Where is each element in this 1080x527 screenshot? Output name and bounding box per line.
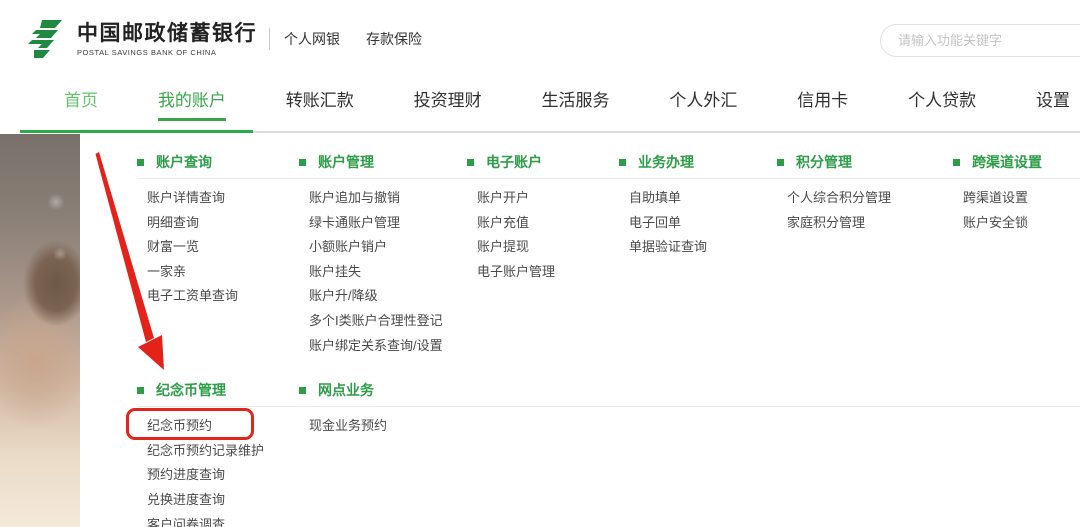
menu-row: 账户查询账户详情查询明细查询财富一览一家亲电子工资单查询账户管理账户追加与撤销绿…	[137, 152, 1080, 358]
menu-section: 电子账户账户开户账户充值账户提现电子账户管理	[467, 152, 619, 358]
menu-item[interactable]: 账户追加与撤销	[309, 186, 467, 211]
menu-item[interactable]: 纪念币预约记录维护	[147, 439, 299, 464]
section-items: 纪念币预约纪念币预约记录维护预约进度查询兑换进度查询客户问卷调查	[137, 414, 299, 527]
brand-name-en: POSTAL SAVINGS BANK OF CHINA	[77, 48, 257, 57]
psbc-logo-icon	[28, 18, 68, 60]
highlight-box	[126, 408, 254, 440]
section-header: 跨渠道设置	[953, 152, 1080, 172]
menu-item[interactable]: 账户升/降级	[309, 284, 467, 309]
menu-item[interactable]: 跨渠道设置	[963, 186, 1080, 211]
section-header: 网点业务	[299, 380, 1080, 400]
section-items: 现金业务预约	[299, 414, 1080, 439]
square-bullet-icon	[137, 159, 144, 166]
section-title: 账户管理	[318, 152, 374, 172]
menu-row: 纪念币管理纪念币预约纪念币预约记录维护预约进度查询兑换进度查询客户问卷调查网点业…	[137, 380, 1080, 527]
menu-section: 积分管理个人综合积分管理家庭积分管理	[777, 152, 953, 358]
nav-item[interactable]: 我的账户	[158, 86, 226, 121]
nav-item[interactable]: 首页	[64, 86, 98, 118]
nav-item[interactable]: 信用卡	[797, 86, 848, 118]
section-title: 积分管理	[796, 152, 852, 172]
menu-item[interactable]: 多个I类账户合理性登记	[309, 309, 467, 334]
section-title: 账户查询	[156, 152, 212, 172]
square-bullet-icon	[299, 159, 306, 166]
menu-item[interactable]: 电子回单	[629, 211, 777, 236]
menu-item[interactable]: 绿卡通账户管理	[309, 211, 467, 236]
brand-name-cn: 中国邮政储蓄银行	[77, 22, 257, 46]
menu-item[interactable]: 账户安全锁	[963, 211, 1080, 236]
menu-section: 业务办理自助填单电子回单单据验证查询	[619, 152, 777, 358]
square-bullet-icon	[467, 159, 474, 166]
menu-section: 网点业务现金业务预约	[299, 380, 1080, 527]
section-title: 网点业务	[318, 380, 374, 400]
section-title: 业务办理	[638, 152, 694, 172]
menu-item[interactable]: 财富一览	[147, 235, 299, 260]
section-header: 电子账户	[467, 152, 619, 172]
section-items: 个人综合积分管理家庭积分管理	[777, 186, 953, 235]
menu-item[interactable]: 明细查询	[147, 211, 299, 236]
deposit-insurance-link[interactable]: 存款保险	[366, 29, 422, 49]
menu-item[interactable]: 账户开户	[477, 186, 619, 211]
menu-item[interactable]: 预约进度查询	[147, 463, 299, 488]
brand-text: 中国邮政储蓄银行 POSTAL SAVINGS BANK OF CHINA	[77, 22, 257, 57]
section-items: 账户详情查询明细查询财富一览一家亲电子工资单查询	[137, 186, 299, 309]
row-divider	[138, 406, 1080, 407]
square-bullet-icon	[953, 159, 960, 166]
menu-item[interactable]: 个人综合积分管理	[787, 186, 953, 211]
content-area: 账户查询账户详情查询明细查询财富一览一家亲电子工资单查询账户管理账户追加与撤销绿…	[0, 133, 1080, 527]
section-title: 电子账户	[486, 152, 542, 172]
section-header: 账户查询	[137, 152, 299, 172]
menu-item[interactable]: 账户绑定关系查询/设置	[309, 334, 467, 359]
menu-item[interactable]: 小额账户销户	[309, 235, 467, 260]
section-title: 纪念币管理	[156, 380, 226, 400]
site-header: 中国邮政储蓄银行 POSTAL SAVINGS BANK OF CHINA 个人…	[0, 0, 1080, 133]
search-input[interactable]	[880, 24, 1080, 57]
menu-item[interactable]: 自助填单	[629, 186, 777, 211]
menu-item[interactable]: 一家亲	[147, 260, 299, 285]
menu-section: 账户管理账户追加与撤销绿卡通账户管理小额账户销户账户挂失账户升/降级多个I类账户…	[299, 152, 467, 358]
menu-item[interactable]: 纪念币预约	[147, 414, 299, 439]
mega-menu: 账户查询账户详情查询明细查询财富一览一家亲电子工资单查询账户管理账户追加与撤销绿…	[80, 134, 1080, 527]
menu-item[interactable]: 客户问卷调查	[147, 513, 299, 527]
menu-item[interactable]: 账户挂失	[309, 260, 467, 285]
menu-item[interactable]: 家庭积分管理	[787, 211, 953, 236]
section-header: 积分管理	[777, 152, 953, 172]
side-photo	[0, 134, 80, 527]
menu-item[interactable]: 单据验证查询	[629, 235, 777, 260]
menu-item[interactable]: 电子账户管理	[477, 260, 619, 285]
menu-item[interactable]: 账户提现	[477, 235, 619, 260]
section-header: 纪念币管理	[137, 380, 299, 400]
row-divider	[138, 178, 1080, 179]
nav-item[interactable]: 生活服务	[542, 86, 610, 118]
square-bullet-icon	[299, 387, 306, 394]
section-header: 业务办理	[619, 152, 777, 172]
nav-item[interactable]: 投资理财	[414, 86, 482, 118]
square-bullet-icon	[619, 159, 626, 166]
section-title: 跨渠道设置	[972, 152, 1042, 172]
section-items: 账户开户账户充值账户提现电子账户管理	[467, 186, 619, 284]
nav-item[interactable]: 转账汇款	[286, 86, 354, 118]
section-items: 账户追加与撤销绿卡通账户管理小额账户销户账户挂失账户升/降级多个I类账户合理性登…	[299, 186, 467, 358]
menu-section: 跨渠道设置跨渠道设置账户安全锁	[953, 152, 1080, 358]
menu-item[interactable]: 账户详情查询	[147, 186, 299, 211]
menu-section: 账户查询账户详情查询明细查询财富一览一家亲电子工资单查询	[137, 152, 299, 358]
nav-item[interactable]: 个人外汇	[669, 86, 737, 118]
section-header: 账户管理	[299, 152, 467, 172]
menu-item[interactable]: 兑换进度查询	[147, 488, 299, 513]
main-nav: 首页 我的账户 转账汇款 投资理财 生活服务 个人外汇 信用卡 个人贷款 设置	[0, 86, 1080, 121]
personal-ebank-link[interactable]: 个人网银	[284, 29, 340, 49]
square-bullet-icon	[777, 159, 784, 166]
section-items: 自助填单电子回单单据验证查询	[619, 186, 777, 260]
section-items: 跨渠道设置账户安全锁	[953, 186, 1080, 235]
nav-item[interactable]: 个人贷款	[908, 86, 976, 118]
square-bullet-icon	[137, 387, 144, 394]
menu-item[interactable]: 账户充值	[477, 211, 619, 236]
menu-item[interactable]: 现金业务预约	[309, 414, 1080, 439]
brand: 中国邮政储蓄银行 POSTAL SAVINGS BANK OF CHINA 个人…	[28, 18, 448, 60]
nav-item[interactable]: 设置	[1036, 86, 1070, 118]
menu-item[interactable]: 电子工资单查询	[147, 284, 299, 309]
menu-section: 纪念币管理纪念币预约纪念币预约记录维护预约进度查询兑换进度查询客户问卷调查	[137, 380, 299, 527]
brand-divider	[269, 28, 270, 50]
